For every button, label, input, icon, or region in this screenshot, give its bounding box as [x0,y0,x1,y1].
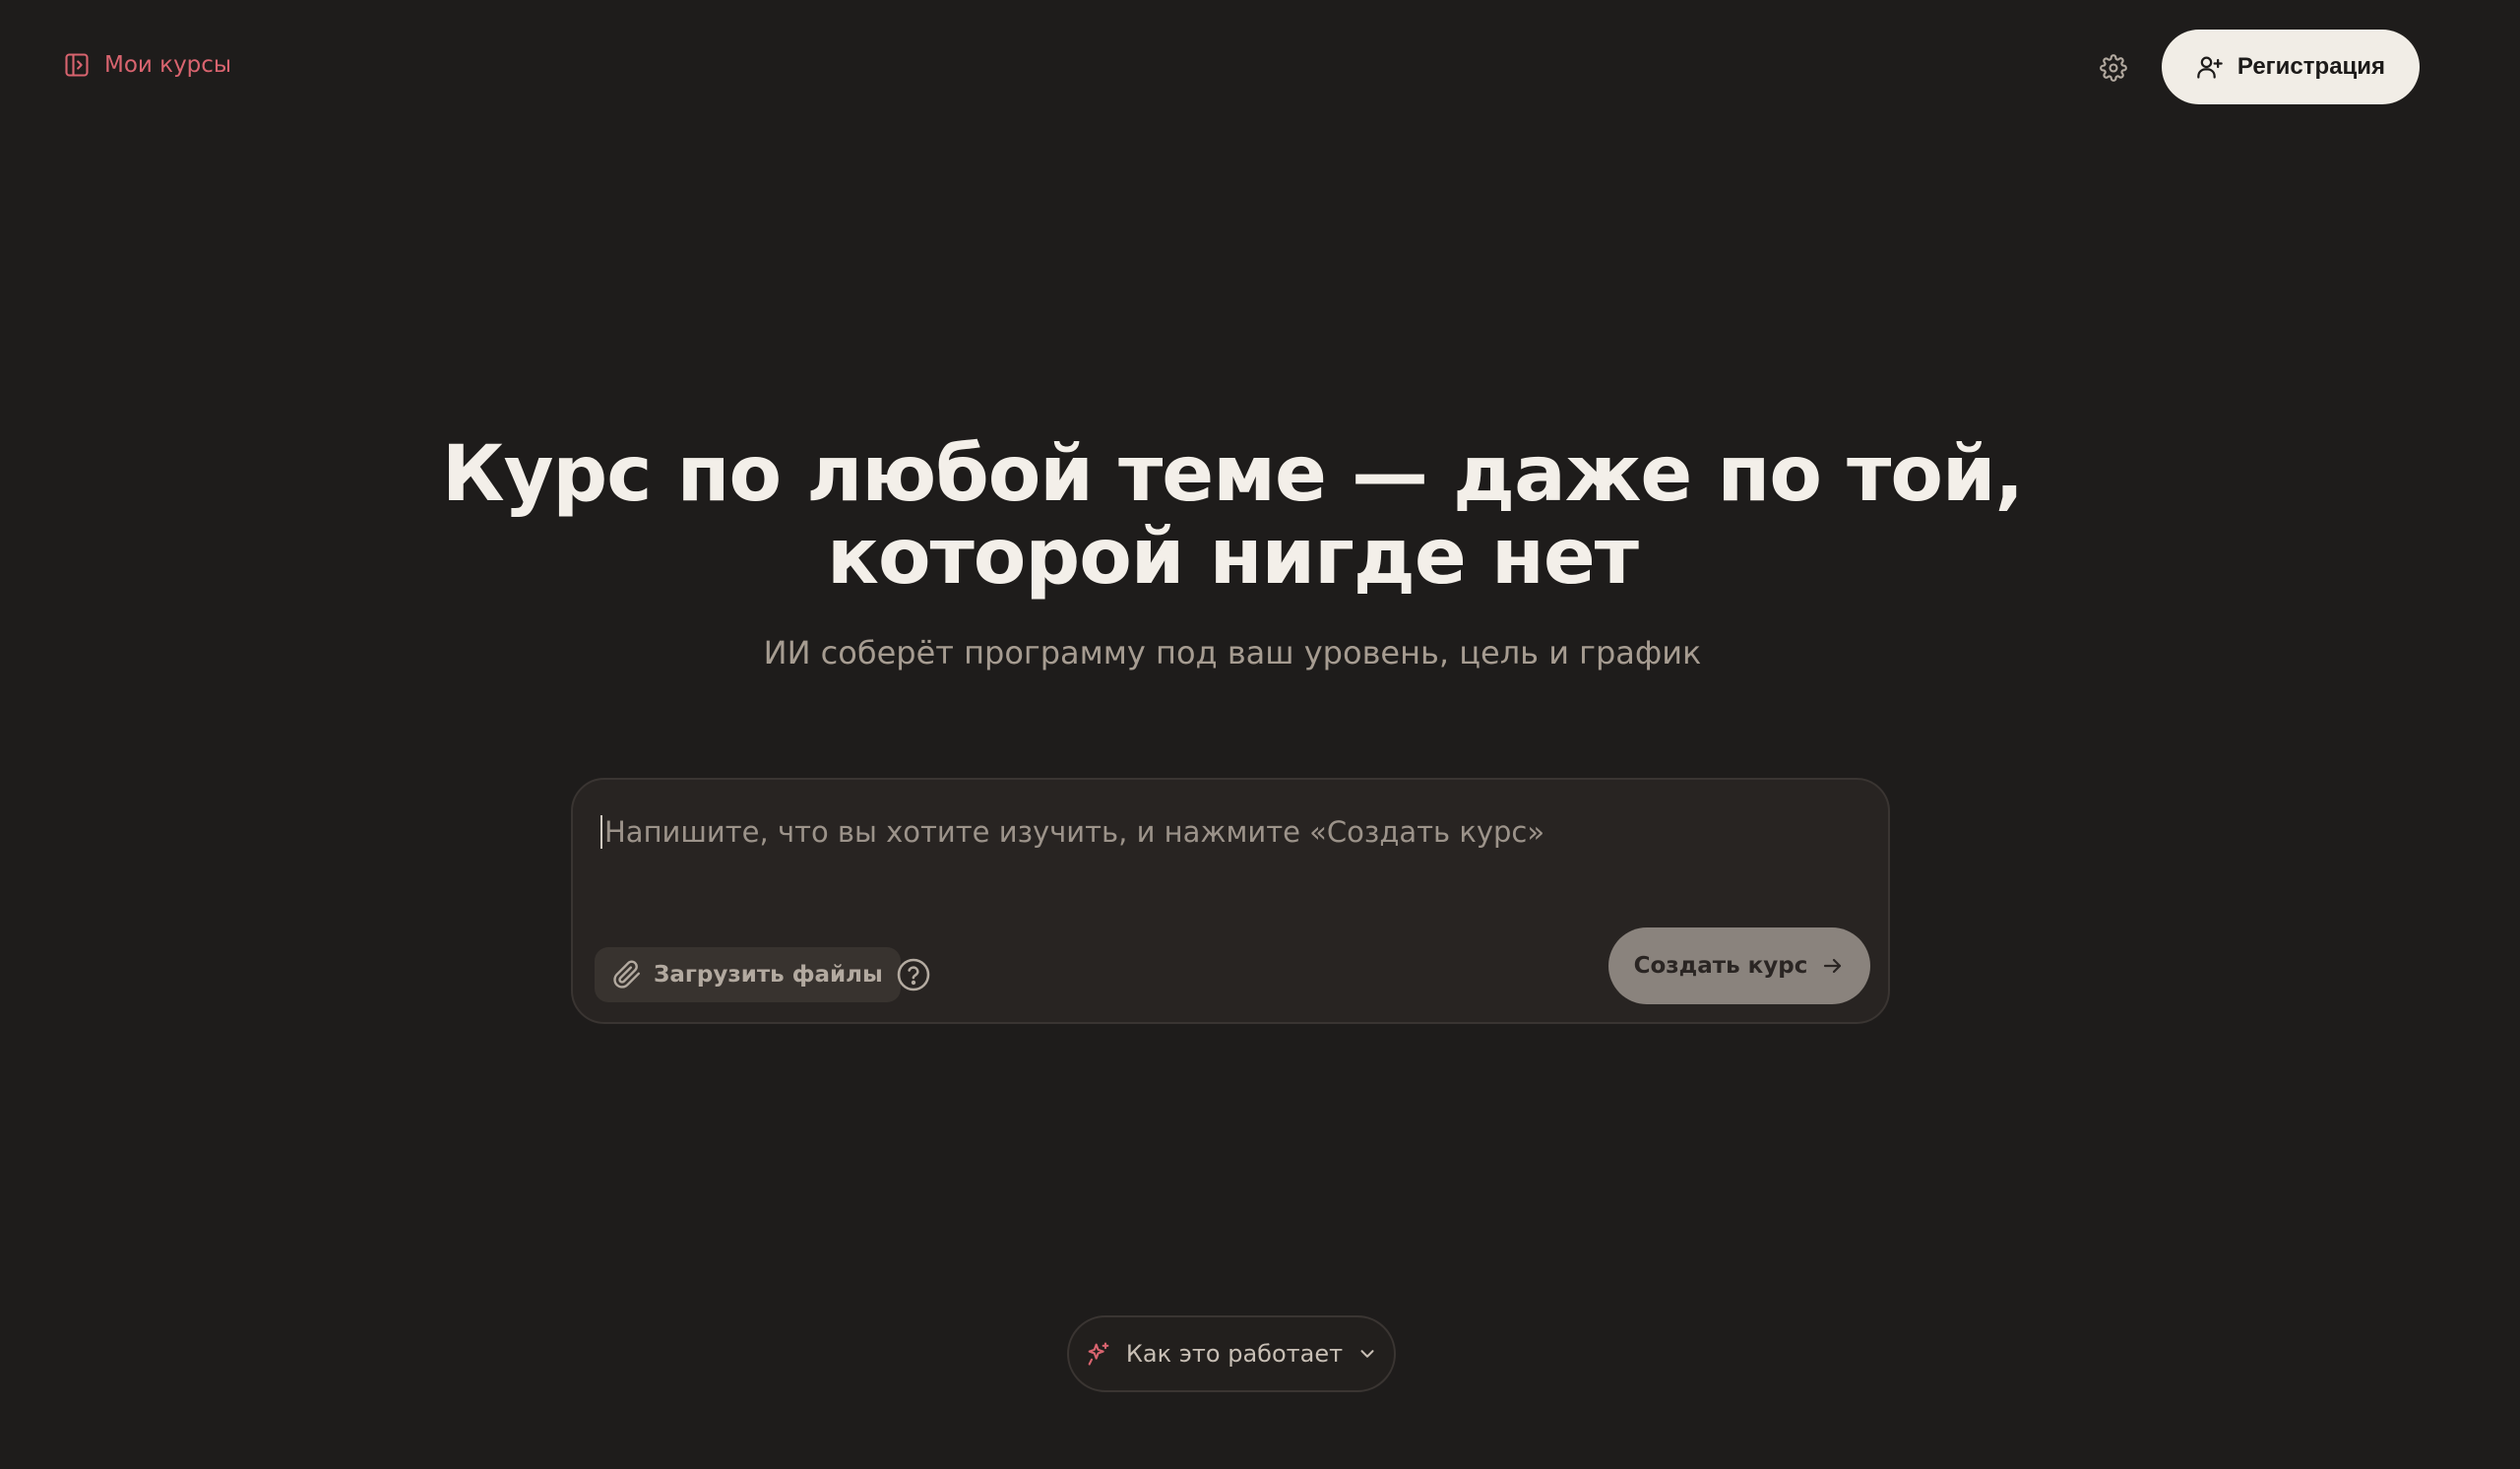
page-title-line-2: которой нигде нет [827,513,1639,602]
how-it-works-button[interactable]: Как это работает [1067,1315,1396,1392]
create-course-label: Создать курс [1633,953,1808,979]
question-circle-icon [897,958,930,991]
paperclip-icon [613,960,640,989]
chevron-down-icon [1360,1350,1374,1358]
gear-icon [2100,54,2127,82]
upload-files-button[interactable]: Загрузить файлы [595,947,901,1002]
help-button[interactable] [896,957,931,992]
course-topic-input[interactable]: Напишите, что вы хотите изучить, и нажми… [600,815,1782,849]
my-courses-label: Мои курсы [104,52,232,78]
how-it-works-label: Как это работает [1125,1340,1344,1368]
my-courses-link[interactable]: Мои курсы [63,51,231,79]
sidebar-toggle-icon [65,53,89,77]
create-course-button[interactable]: Создать курс [1608,927,1870,1004]
sparkles-icon [1088,1342,1109,1366]
page-title: Курс по любой теме — даже по той, которо… [0,433,2465,599]
settings-button[interactable] [2097,51,2130,85]
register-button[interactable]: Регистрация [2162,30,2420,104]
arrow-right-icon [1824,958,1842,974]
user-plus-icon [2197,56,2223,79]
register-label: Регистрация [2236,53,2386,80]
page: Мои курсы Регистрация Курс по любой теме… [0,0,2520,1469]
page-title-line-1: Курс по любой теме — даже по той, [441,430,2024,519]
upload-files-label: Загрузить файлы [654,962,883,988]
course-composer: Напишите, что вы хотите изучить, и нажми… [571,778,1890,1024]
page-subtitle: ИИ соберёт программу под ваш уровень, це… [763,634,1702,671]
